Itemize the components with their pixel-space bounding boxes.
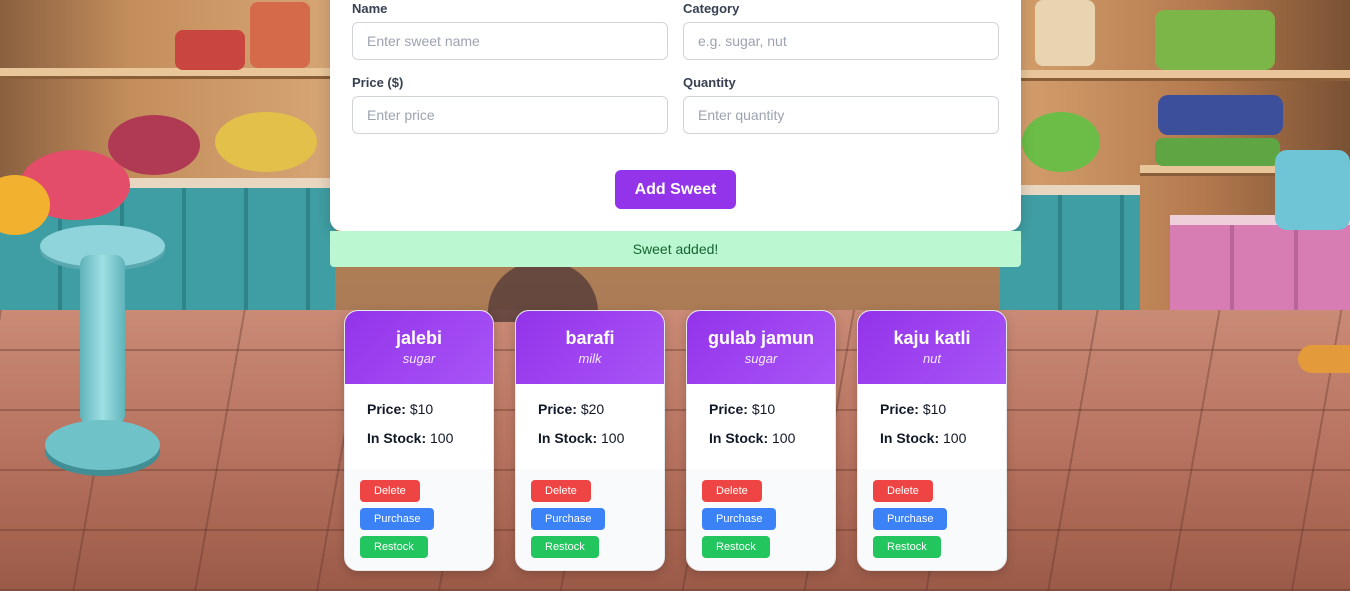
category-label: Category <box>683 1 740 16</box>
sweet-name: barafi <box>565 328 615 348</box>
sweet-card-actions: Delete Purchase Restock <box>516 469 664 558</box>
name-field-group: Name <box>352 0 668 60</box>
price-label: Price: <box>367 401 406 417</box>
sweet-card-body: Price: $10 In Stock: 100 <box>345 384 493 469</box>
restock-button[interactable]: Restock <box>360 536 428 558</box>
delete-button[interactable]: Delete <box>360 480 420 502</box>
category-input[interactable] <box>683 22 999 60</box>
quantity-input[interactable] <box>683 96 999 134</box>
quantity-field-group: Quantity <box>683 74 999 134</box>
category-field-group: Category <box>683 0 999 60</box>
add-sweet-button[interactable]: Add Sweet <box>615 170 736 209</box>
price-value: $10 <box>922 401 947 417</box>
sweet-name: kaju katli <box>893 328 971 348</box>
sweet-card-header: barafi milk <box>516 311 664 384</box>
price-value: $10 <box>751 401 776 417</box>
price-label: Price: <box>709 401 748 417</box>
sweet-card: jalebi sugar Price: $10 In Stock: 100 De… <box>344 310 494 571</box>
sweet-name-input[interactable] <box>352 22 668 60</box>
price-value: $20 <box>580 401 605 417</box>
price-label: Price ($) <box>352 75 404 90</box>
sweet-card-header: jalebi sugar <box>345 311 493 384</box>
sweet-card-actions: Delete Purchase Restock <box>687 469 835 558</box>
stock-row: In Stock: 100 <box>538 429 664 458</box>
quantity-label: Quantity <box>683 75 736 90</box>
restock-button[interactable]: Restock <box>702 536 770 558</box>
delete-button[interactable]: Delete <box>531 480 591 502</box>
stock-row: In Stock: 100 <box>709 429 835 458</box>
stock-label: In Stock: <box>880 430 940 446</box>
price-row: Price: $10 <box>709 400 835 429</box>
delete-button[interactable]: Delete <box>702 480 762 502</box>
restock-button[interactable]: Restock <box>531 536 599 558</box>
stock-value: 100 <box>772 430 796 446</box>
sweet-card-actions: Delete Purchase Restock <box>345 469 493 558</box>
stock-value: 100 <box>430 430 454 446</box>
price-field-group: Price ($) <box>352 74 668 134</box>
stock-value: 100 <box>943 430 967 446</box>
price-label: Price: <box>880 401 919 417</box>
restock-button[interactable]: Restock <box>873 536 941 558</box>
sweet-category: milk <box>578 351 602 366</box>
sweet-name: jalebi <box>395 328 443 348</box>
sweet-card-body: Price: $10 In Stock: 100 <box>858 384 1006 469</box>
sweet-card-actions: Delete Purchase Restock <box>858 469 1006 558</box>
sweet-card-body: Price: $20 In Stock: 100 <box>516 384 664 469</box>
sweet-category: nut <box>922 351 942 366</box>
price-row: Price: $10 <box>880 400 1006 429</box>
price-value: $10 <box>409 401 434 417</box>
price-row: Price: $10 <box>367 400 493 429</box>
add-sweet-form: Name Category Price ($) Quantity Add Swe… <box>330 0 1021 231</box>
sweet-category: sugar <box>402 351 436 366</box>
sweet-name: gulab jamun <box>707 328 814 348</box>
stock-value: 100 <box>601 430 625 446</box>
price-label: Price: <box>538 401 577 417</box>
success-toast: Sweet added! <box>330 231 1021 267</box>
delete-button[interactable]: Delete <box>873 480 933 502</box>
price-row: Price: $20 <box>538 400 664 429</box>
stock-row: In Stock: 100 <box>367 429 493 458</box>
sweet-card-header: kaju katli nut <box>858 311 1006 384</box>
purchase-button[interactable]: Purchase <box>702 508 777 530</box>
stock-label: In Stock: <box>709 430 769 446</box>
sweet-category: sugar <box>744 351 778 366</box>
sweet-card-body: Price: $10 In Stock: 100 <box>687 384 835 469</box>
sweet-card: gulab jamun sugar Price: $10 In Stock: 1… <box>686 310 836 571</box>
name-label: Name <box>352 1 388 16</box>
sweet-card-header: gulab jamun sugar <box>687 311 835 384</box>
sweet-card: barafi milk Price: $20 In Stock: 100 Del… <box>515 310 665 571</box>
stock-row: In Stock: 100 <box>880 429 1006 458</box>
stock-label: In Stock: <box>367 430 427 446</box>
purchase-button[interactable]: Purchase <box>531 508 606 530</box>
purchase-button[interactable]: Purchase <box>360 508 435 530</box>
purchase-button[interactable]: Purchase <box>873 508 948 530</box>
sweet-card: kaju katli nut Price: $10 In Stock: 100 … <box>857 310 1007 571</box>
price-input[interactable] <box>352 96 668 134</box>
stock-label: In Stock: <box>538 430 598 446</box>
